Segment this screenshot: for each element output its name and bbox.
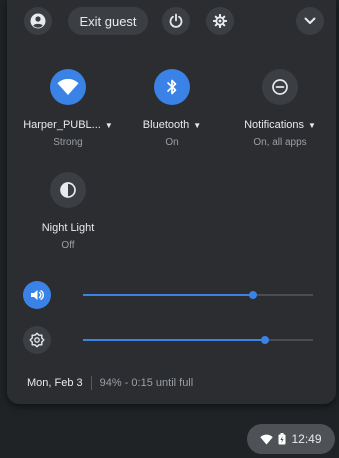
bluetooth-icon <box>167 79 177 95</box>
volume-slider-thumb[interactable] <box>249 291 258 299</box>
quick-settings-panel: Exit guest Harper_PUBL... ▼ Strong Bluet… <box>7 0 336 404</box>
exit-guest-button[interactable]: Exit guest <box>68 7 148 35</box>
settings-icon <box>213 14 227 28</box>
night-light-label: Night Light <box>41 222 95 234</box>
wifi-menu[interactable]: Harper_PUBL... ▼ <box>18 119 118 131</box>
brightness-slider[interactable] <box>83 336 313 344</box>
settings-button[interactable] <box>206 7 234 35</box>
tile-night-light[interactable]: Night Light Off <box>18 172 118 251</box>
tile-notifications[interactable]: Notifications ▼ On, all apps <box>230 69 330 148</box>
collapse-icon <box>304 17 316 24</box>
power-icon <box>169 13 183 28</box>
account-button[interactable] <box>24 7 52 35</box>
tile-bluetooth[interactable]: Bluetooth ▼ On <box>122 69 222 148</box>
shelf-status-area[interactable]: 12:49 <box>247 424 335 454</box>
battery-icon <box>278 433 286 445</box>
wifi-toggle[interactable] <box>50 69 86 105</box>
volume-slider-row <box>23 281 313 309</box>
power-button[interactable] <box>162 7 190 35</box>
brightness-slider-fill <box>83 339 265 341</box>
notifications-label: Notifications <box>244 119 304 131</box>
status-row: Mon, Feb 3 94% - 0:15 until full <box>27 375 193 391</box>
caret-down-icon: ▼ <box>308 120 316 130</box>
caret-down-icon: ▼ <box>193 120 202 130</box>
account-icon <box>30 13 46 29</box>
brightness-slider-row <box>23 326 313 354</box>
wifi-status-icon <box>260 434 274 444</box>
notifications-sublabel: On, all apps <box>253 137 307 148</box>
exit-guest-label: Exit guest <box>79 13 137 29</box>
bluetooth-sublabel: On <box>165 137 179 148</box>
wifi-sublabel: Strong <box>53 137 83 148</box>
quick-settings-top-row: Exit guest <box>7 7 336 35</box>
battery-status: 94% - 0:15 until full <box>99 377 194 389</box>
notifications-toggle[interactable] <box>262 69 298 105</box>
tile-wifi[interactable]: Harper_PUBL... ▼ Strong <box>18 69 118 148</box>
night-light-icon <box>60 182 76 198</box>
caret-down-icon: ▼ <box>104 120 113 130</box>
bluetooth-toggle[interactable] <box>154 69 190 105</box>
night-light-sublabel: Off <box>61 240 75 251</box>
notifications-icon <box>272 79 288 95</box>
bluetooth-label: Bluetooth <box>142 119 190 131</box>
night-light-toggle[interactable] <box>50 172 86 208</box>
wifi-icon <box>57 78 79 95</box>
notifications-menu[interactable]: Notifications ▼ <box>230 119 330 131</box>
bluetooth-menu[interactable]: Bluetooth ▼ <box>122 119 222 131</box>
volume-slider-fill <box>83 294 254 296</box>
collapse-button[interactable] <box>296 7 324 35</box>
wifi-label: Harper_PUBL... <box>23 119 101 131</box>
desktop: Exit guest Harper_PUBL... ▼ Strong Bluet… <box>0 0 339 458</box>
status-divider <box>90 376 92 390</box>
brightness-icon <box>29 332 45 348</box>
brightness-button <box>23 326 51 354</box>
brightness-slider-thumb[interactable] <box>260 336 269 344</box>
shelf-time: 12:49 <box>291 432 322 446</box>
volume-icon <box>31 290 44 300</box>
mute-toggle-button[interactable] <box>23 281 51 309</box>
volume-slider[interactable] <box>83 291 313 299</box>
date-button[interactable]: Mon, Feb 3 <box>27 377 83 389</box>
